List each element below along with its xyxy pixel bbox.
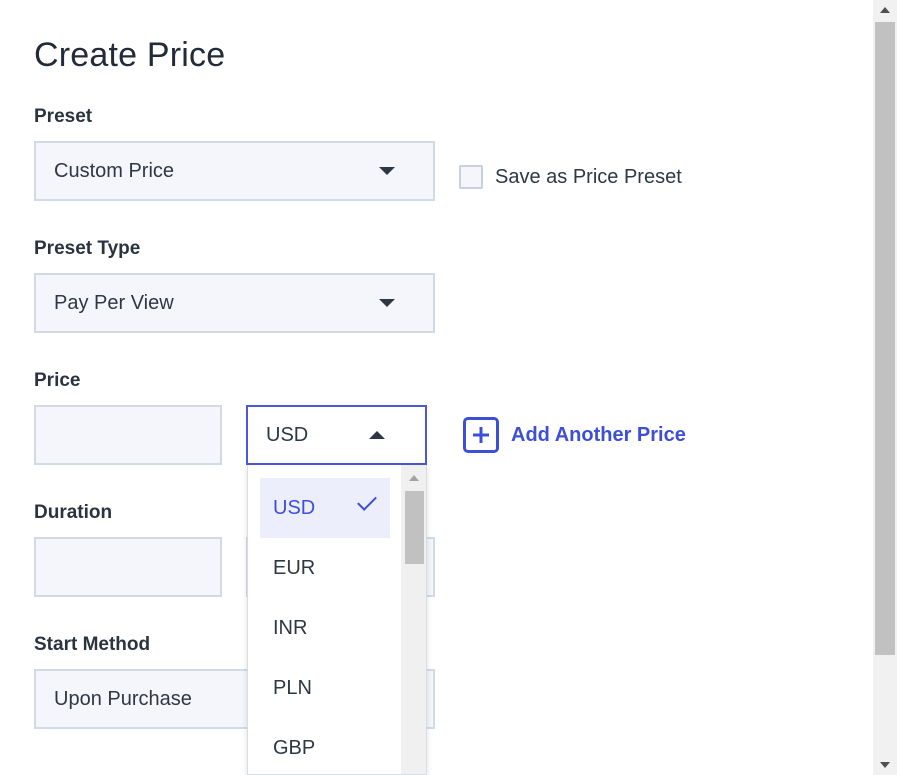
price-label: Price — [34, 370, 81, 391]
preset-select[interactable]: Custom Price — [34, 141, 435, 201]
scroll-up-arrow-icon[interactable] — [409, 475, 419, 481]
add-another-price-button[interactable]: Add Another Price — [463, 417, 686, 453]
chevron-down-icon — [379, 167, 395, 175]
page-title: Create Price — [34, 36, 226, 74]
scroll-up-arrow-icon[interactable] — [880, 7, 890, 13]
preset-type-select-value: Pay Per View — [54, 291, 174, 314]
price-amount-input[interactable] — [34, 405, 222, 465]
dropdown-scrollbar[interactable] — [401, 465, 426, 774]
chevron-up-icon — [369, 431, 385, 439]
currency-option-eur[interactable]: EUR — [260, 538, 390, 598]
save-preset-label: Save as Price Preset — [495, 165, 682, 188]
currency-option-label: USD — [273, 496, 316, 519]
currency-option-inr[interactable]: INR — [260, 598, 390, 658]
duration-label: Duration — [34, 502, 113, 523]
currency-dropdown-list: USD EUR INR PLN GBP — [247, 465, 427, 775]
page-scrollbar[interactable] — [873, 0, 897, 775]
currency-option-pln[interactable]: PLN — [260, 658, 390, 718]
currency-option-gbp[interactable]: GBP — [260, 718, 390, 774]
currency-select-value: USD — [266, 423, 309, 446]
currency-option-label: EUR — [273, 556, 316, 579]
plus-icon — [463, 417, 499, 453]
start-method-label: Start Method — [34, 634, 151, 655]
add-another-price-label: Add Another Price — [511, 423, 686, 446]
start-method-select-value: Upon Purchase — [54, 687, 192, 710]
dropdown-scrollbar-thumb[interactable] — [405, 491, 424, 564]
page-scrollbar-thumb[interactable] — [875, 22, 895, 655]
preset-label: Preset — [34, 106, 93, 127]
preset-type-label: Preset Type — [34, 238, 141, 259]
currency-option-label: INR — [273, 616, 308, 639]
chevron-down-icon — [379, 299, 395, 307]
currency-select[interactable]: USD — [246, 405, 427, 465]
currency-option-usd[interactable]: USD — [260, 478, 390, 538]
preset-type-select[interactable]: Pay Per View — [34, 273, 435, 333]
checkmark-icon — [357, 491, 377, 511]
save-preset-checkbox[interactable] — [459, 165, 483, 189]
save-preset-checkbox-row[interactable]: Save as Price Preset — [459, 165, 682, 189]
duration-amount-input[interactable] — [34, 537, 222, 597]
currency-option-label: PLN — [273, 676, 312, 699]
preset-select-value: Custom Price — [54, 159, 175, 182]
currency-option-label: GBP — [273, 736, 316, 759]
scroll-down-arrow-icon[interactable] — [880, 762, 890, 768]
